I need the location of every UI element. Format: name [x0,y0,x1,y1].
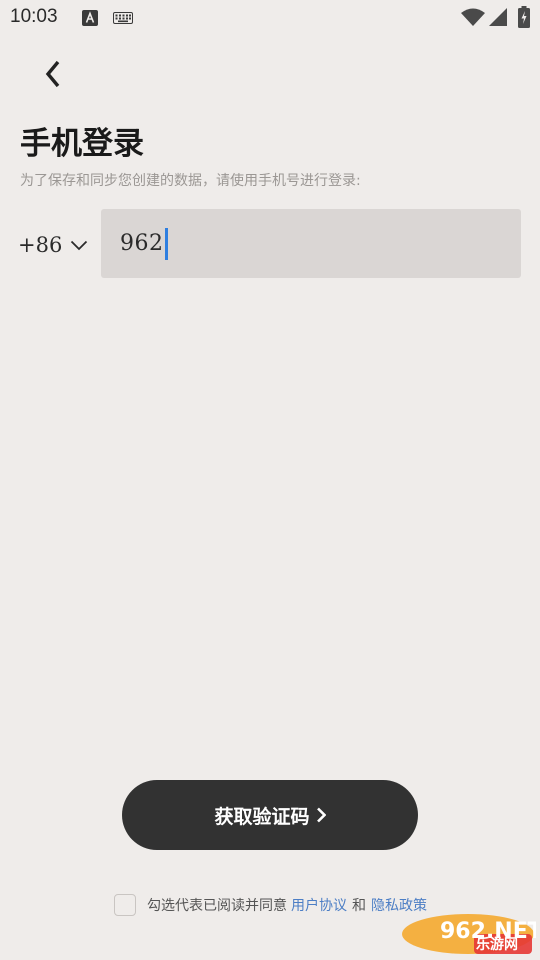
chevron-down-icon [71,240,88,250]
page-subtitle: 为了保存和同步您创建的数据，请使用手机号进行登录: [20,173,361,189]
a-notification-icon [82,10,98,26]
battery-charging-icon [518,6,530,28]
keyboard-icon [113,12,133,24]
chevron-left-icon [45,60,60,88]
status-bar: 10:03 [0,0,540,36]
agreement-prefix: 勾选代表已阅读并同意 [147,898,287,914]
page-title: 手机登录 [20,126,144,162]
back-button[interactable] [34,56,70,92]
get-code-button[interactable]: 获取验证码 [122,780,418,850]
phone-number-value: 962 [120,231,164,256]
signal-icon [489,8,507,26]
country-code-label: +86 [18,233,63,257]
phone-number-input[interactable]: 962 [101,209,521,278]
watermark-subtext: 乐游网 [476,937,518,953]
text-caret [164,227,168,260]
agreement-checkbox[interactable] [114,894,136,916]
wifi-icon [461,8,485,26]
agreement-and: 和 [352,898,366,914]
chevron-right-icon [316,807,326,823]
user-agreement-link[interactable]: 用户协议 [291,895,347,915]
agreement-row: 勾选代表已阅读并同意 用户协议 和 隐私政策 [114,893,427,917]
get-code-label: 获取验证码 [214,805,310,828]
country-code-selector[interactable]: +86 [18,228,88,262]
status-time: 10:03 [10,6,58,27]
